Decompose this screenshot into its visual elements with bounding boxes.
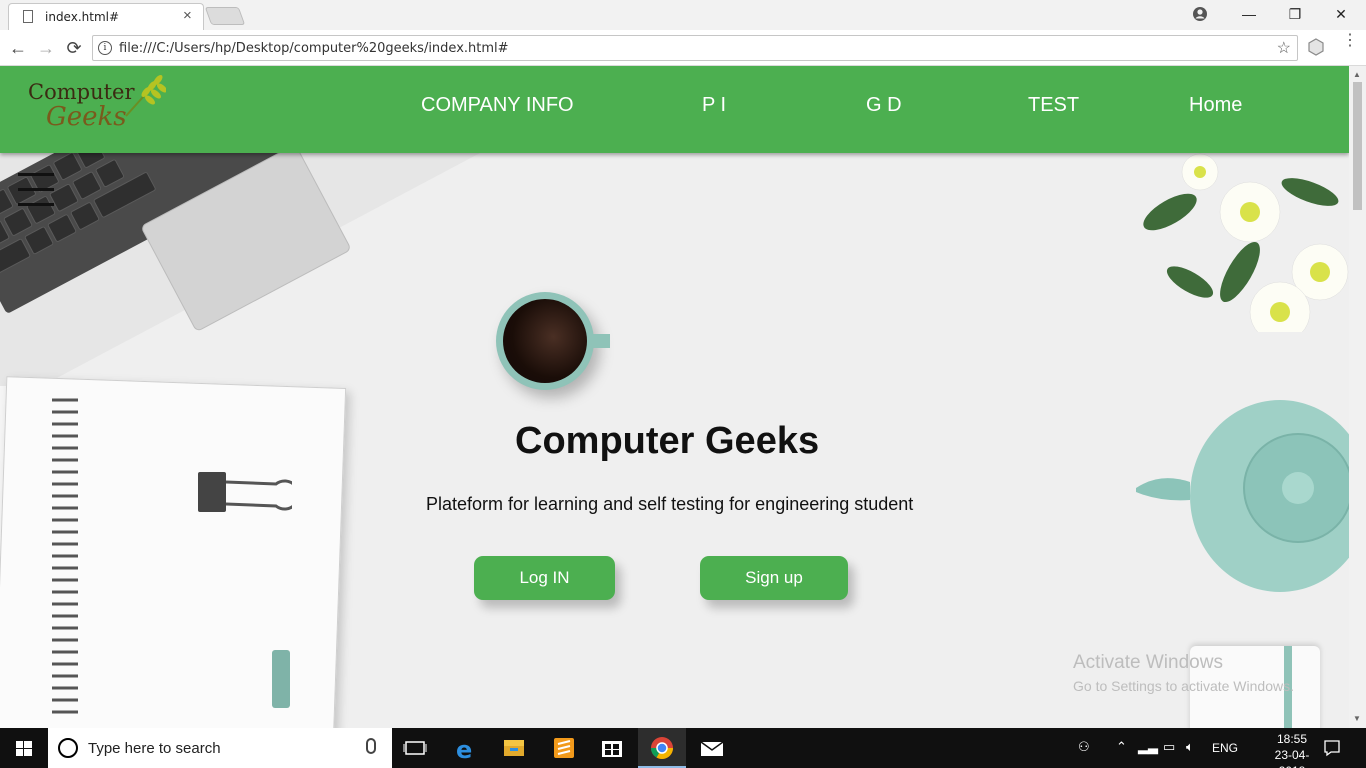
clock-time: 18:55 <box>1276 732 1308 746</box>
login-button[interactable]: Log IN <box>474 556 615 600</box>
page-scrollbar[interactable]: ▲ ▼ <box>1349 66 1366 728</box>
reload-button[interactable]: ⟳ <box>62 36 86 60</box>
chrome-icon[interactable] <box>638 728 686 768</box>
profile-icon[interactable] <box>1192 6 1208 22</box>
file-explorer-icon[interactable] <box>490 728 538 768</box>
window-close-button[interactable]: ✕ <box>1318 3 1364 25</box>
document-icon <box>23 10 33 23</box>
wheat-icon <box>125 75 166 117</box>
info-icon[interactable]: i <box>98 41 112 55</box>
svg-text:e: e <box>456 736 472 764</box>
new-tab-button[interactable] <box>204 7 246 25</box>
browser-tab[interactable]: index.html# × <box>8 3 204 30</box>
restore-button[interactable]: ❐ <box>1272 3 1318 25</box>
scroll-up-icon[interactable]: ▲ <box>1353 70 1361 79</box>
browser-toolbar: ← → ⟳ i file:///C:/Users/hp/Desktop/comp… <box>0 30 1366 66</box>
forward-button[interactable]: → <box>34 36 58 60</box>
logo-text-line2: Geeks <box>46 102 127 132</box>
minimize-button[interactable]: — <box>1226 3 1272 25</box>
nav-pi[interactable]: P I <box>702 94 726 117</box>
mail-icon[interactable] <box>688 728 736 768</box>
task-view-icon[interactable] <box>392 728 440 768</box>
language-indicator[interactable]: ENG <box>1212 741 1238 755</box>
coffee-cup-image <box>496 292 594 390</box>
browser-tabstrip: index.html# × — ❐ ✕ <box>0 0 1366 30</box>
nav-gd[interactable]: G D <box>866 94 902 117</box>
start-button[interactable] <box>0 728 48 768</box>
watermark-line1: Activate Windows <box>1073 652 1223 673</box>
battery-icon[interactable]: ▭ <box>1163 739 1175 755</box>
extension-icon[interactable] <box>1306 37 1326 57</box>
logo-text-line1: Computer <box>28 80 135 104</box>
clock-date: 23-04-2018 <box>1274 748 1310 768</box>
hero-subtitle: Plateform for learning and self testing … <box>426 494 914 514</box>
url-text[interactable]: file:///C:/Users/hp/Desktop/computer%20g… <box>119 41 509 56</box>
people-icon[interactable]: ⚇ <box>1078 739 1090 755</box>
webpage: Computer Geeks COMPANY INFO P I G D TEST… <box>0 66 1349 728</box>
store-icon[interactable] <box>588 728 636 768</box>
windows-taskbar: Type here to search e ⚇ ⌃ ▂▃ ▭ 🔈︎ ENG 18… <box>0 728 1366 768</box>
sublime-text-icon[interactable] <box>540 728 588 768</box>
cortana-icon <box>58 738 78 758</box>
volume-icon[interactable]: 🔈︎ <box>1186 739 1194 755</box>
activate-windows-watermark: Activate Windows Go to Settings to activ… <box>1073 652 1294 694</box>
action-center-icon[interactable] <box>1322 738 1342 758</box>
address-bar[interactable]: i file:///C:/Users/hp/Desktop/computer%2… <box>92 35 1298 61</box>
bookmark-star-icon[interactable]: ☆ <box>1277 38 1291 58</box>
taskbar-clock[interactable]: 18:55 23-04-2018 <box>1262 731 1322 768</box>
coffee-cup-handle <box>590 334 610 348</box>
browser-menu-icon[interactable]: ⋮ <box>1342 33 1358 49</box>
windows-logo-icon <box>16 741 32 756</box>
scroll-thumb[interactable] <box>1353 82 1362 210</box>
scroll-down-icon[interactable]: ▼ <box>1353 714 1361 723</box>
site-logo[interactable]: Computer Geeks <box>26 72 166 138</box>
back-button[interactable]: ← <box>6 36 30 60</box>
tab-title: index.html# <box>45 10 120 24</box>
nav-home[interactable]: Home <box>1189 94 1242 117</box>
taskbar-search-placeholder: Type here to search <box>88 740 221 757</box>
nav-company-info[interactable]: COMPANY INFO <box>421 94 574 117</box>
signup-button[interactable]: Sign up <box>700 556 848 600</box>
network-icon[interactable]: ▂▃ <box>1138 739 1158 755</box>
show-hidden-icons-icon[interactable]: ⌃ <box>1116 739 1127 755</box>
close-tab-icon[interactable]: × <box>183 7 192 24</box>
site-header: Computer Geeks COMPANY INFO P I G D TEST… <box>0 66 1349 153</box>
nav-test[interactable]: TEST <box>1028 94 1079 117</box>
eraser-image <box>272 650 290 708</box>
edge-browser-icon[interactable]: e <box>442 728 490 768</box>
taskbar-search-box[interactable]: Type here to search <box>48 728 392 768</box>
teapot-image <box>1136 400 1349 592</box>
microphone-icon[interactable] <box>366 738 376 754</box>
hero-title: Computer Geeks <box>515 420 820 462</box>
notebook-spiral-image <box>52 398 78 714</box>
flowers-image <box>1143 153 1349 332</box>
watermark-line2: Go to Settings to activate Windows. <box>1073 678 1294 694</box>
hamburger-menu-icon[interactable] <box>18 170 54 206</box>
binder-clip-image <box>198 472 292 512</box>
